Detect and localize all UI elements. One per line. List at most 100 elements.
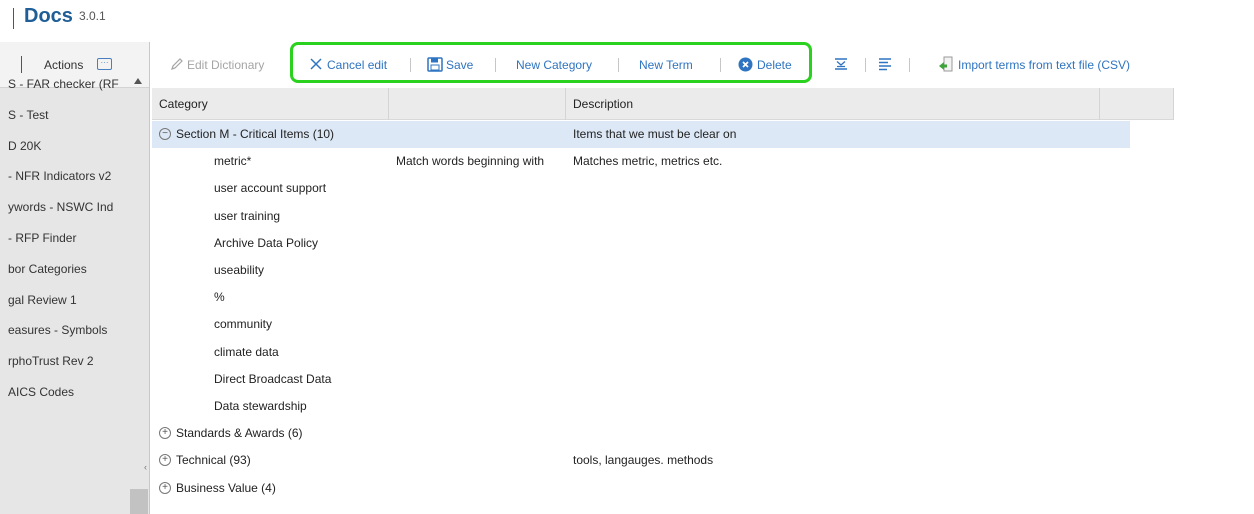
category-row[interactable]: − Section M - Critical Items (10) Items th… xyxy=(152,121,1130,148)
collapse-all-icon xyxy=(835,58,847,70)
category-name: Business Value (4) xyxy=(176,480,276,495)
expand-all-button[interactable] xyxy=(878,56,892,74)
toolbar-divider xyxy=(495,58,496,72)
dictionary-list-item[interactable]: D 20K xyxy=(0,132,145,163)
category-name: Section M - Critical Items (10) xyxy=(176,127,335,141)
import-terms-label: Import terms from text file (CSV) xyxy=(958,58,1131,72)
term-row[interactable]: community xyxy=(152,311,1174,338)
category-row[interactable]: + Technical (93) tools, langauges. methods xyxy=(152,447,1174,474)
collapse-all-button[interactable] xyxy=(834,56,848,74)
term-match-rule xyxy=(396,393,566,420)
splitter-handle-icon[interactable]: ‹ xyxy=(144,462,147,472)
category-name: Standards & Awards (6) xyxy=(176,426,303,441)
toolbar-divider xyxy=(909,58,910,72)
grid-header: Category Description xyxy=(152,88,1174,120)
description-cell xyxy=(573,257,1093,284)
description-cell: tools, langauges. methods xyxy=(573,453,714,468)
dictionary-list-item[interactable]: easures - Symbols xyxy=(0,316,145,347)
dictionary-list-item[interactable]: S - FAR checker (RF xyxy=(0,70,145,101)
description-cell: Matches metric, metrics etc. xyxy=(573,154,723,169)
term-name: % xyxy=(214,290,225,305)
scroll-thumb[interactable] xyxy=(130,489,148,514)
term-row[interactable]: user account support xyxy=(152,175,1174,202)
new-term-button[interactable]: New Term xyxy=(639,56,693,74)
save-icon xyxy=(427,57,443,72)
dictionary-list-item[interactable]: - RFP Finder xyxy=(0,224,145,255)
toolbar-divider xyxy=(865,58,866,72)
toolbar-divider xyxy=(410,58,411,72)
cancel-edit-button[interactable]: Cancel edit xyxy=(309,56,387,74)
description-cell xyxy=(573,366,1093,393)
term-row[interactable]: climate data xyxy=(152,339,1174,366)
term-name: user account support xyxy=(214,181,327,196)
toolbar-divider xyxy=(720,58,721,72)
term-name: Data stewardship xyxy=(214,399,307,413)
expand-icon[interactable]: + xyxy=(159,427,171,440)
term-match-rule xyxy=(396,175,566,202)
column-header-category[interactable]: Category xyxy=(152,88,389,120)
app-version: 3.0.1 xyxy=(79,9,106,23)
dictionary-list-item[interactable]: AICS Codes xyxy=(0,378,145,409)
dictionary-editor: Edit Dictionary Cancel edit Save New Cat… xyxy=(152,42,1254,514)
term-match-rule xyxy=(396,366,566,393)
delete-label: Delete xyxy=(757,58,792,72)
save-label: Save xyxy=(446,58,474,72)
column-header-description[interactable]: Description xyxy=(566,88,1100,120)
import-icon xyxy=(939,56,953,72)
description-cell xyxy=(573,230,1093,257)
dictionary-list: S - FAR checker (RF S - Test D 20K - NFR In… xyxy=(0,70,145,409)
collapse-icon[interactable]: − xyxy=(159,128,171,140)
term-match-rule xyxy=(396,230,566,257)
term-name: user training xyxy=(214,208,281,223)
term-name: Archive Data Policy xyxy=(214,235,319,250)
column-header-extra[interactable] xyxy=(1100,88,1174,120)
term-row[interactable]: Direct Broadcast Data xyxy=(152,366,1174,393)
term-row[interactable]: Data stewardship xyxy=(152,393,1174,420)
description-cell: Items that we must be clear on xyxy=(573,127,737,141)
term-row[interactable]: user training xyxy=(152,203,1174,230)
cancel-edit-label: Cancel edit xyxy=(327,58,388,72)
dictionary-list-item[interactable]: gal Review 1 xyxy=(0,286,145,317)
edit-dictionary-button[interactable]: Edit Dictionary xyxy=(170,56,264,74)
dictionary-list-item[interactable]: rphoTrust Rev 2 xyxy=(0,347,145,378)
delete-circle-icon xyxy=(738,57,753,72)
term-row[interactable]: metric* Match words beginning with Matches… xyxy=(152,148,1174,175)
expand-icon[interactable]: + xyxy=(159,481,171,494)
description-cell xyxy=(573,311,1093,338)
close-icon xyxy=(310,58,322,70)
term-name: metric* xyxy=(214,154,252,169)
actions-menu-icon[interactable]: ··· xyxy=(97,58,112,70)
dictionary-sidebar: Actions ··· S - FAR checker (RF S - Test D… xyxy=(0,42,150,514)
term-name: Direct Broadcast Data xyxy=(214,371,332,386)
term-match-rule xyxy=(396,420,566,447)
description-cell xyxy=(573,284,1093,311)
term-row[interactable]: % xyxy=(152,284,1174,311)
description-cell xyxy=(573,393,1093,420)
toolbar-divider xyxy=(618,58,619,72)
sidebar-scrollbar[interactable] xyxy=(128,42,149,514)
category-row[interactable]: + Standards & Awards (6) xyxy=(152,420,1174,447)
term-name: community xyxy=(214,317,273,332)
dictionary-list-item[interactable]: S - Test xyxy=(0,101,145,132)
dictionary-list-item[interactable]: bor Categories xyxy=(0,255,145,286)
expand-all-icon xyxy=(879,58,891,71)
term-row[interactable]: Archive Data Policy xyxy=(152,230,1174,257)
import-terms-button[interactable]: Import terms from text file (CSV) xyxy=(938,56,1130,74)
header-divider xyxy=(13,8,14,29)
column-header-match[interactable] xyxy=(389,88,566,120)
scroll-up-icon[interactable] xyxy=(134,78,142,84)
category-row[interactable]: + Business Value (4) xyxy=(152,475,1174,502)
term-match-rule: Match words beginning with xyxy=(396,154,545,169)
term-row[interactable]: useability xyxy=(152,257,1174,284)
dictionary-list-item[interactable]: ywords - NSWC Ind xyxy=(0,193,145,224)
expand-icon[interactable]: + xyxy=(159,454,171,467)
new-category-button[interactable]: New Category xyxy=(516,56,592,74)
description-cell xyxy=(573,475,1093,502)
delete-button[interactable]: Delete xyxy=(738,56,792,74)
pencil-icon xyxy=(171,58,183,70)
description-cell xyxy=(573,175,1093,202)
dictionary-list-item[interactable]: - NFR Indicators v2 xyxy=(0,162,145,193)
app-title[interactable]: Docs xyxy=(24,5,73,28)
term-match-rule xyxy=(396,339,566,366)
save-button[interactable]: Save xyxy=(427,56,473,74)
